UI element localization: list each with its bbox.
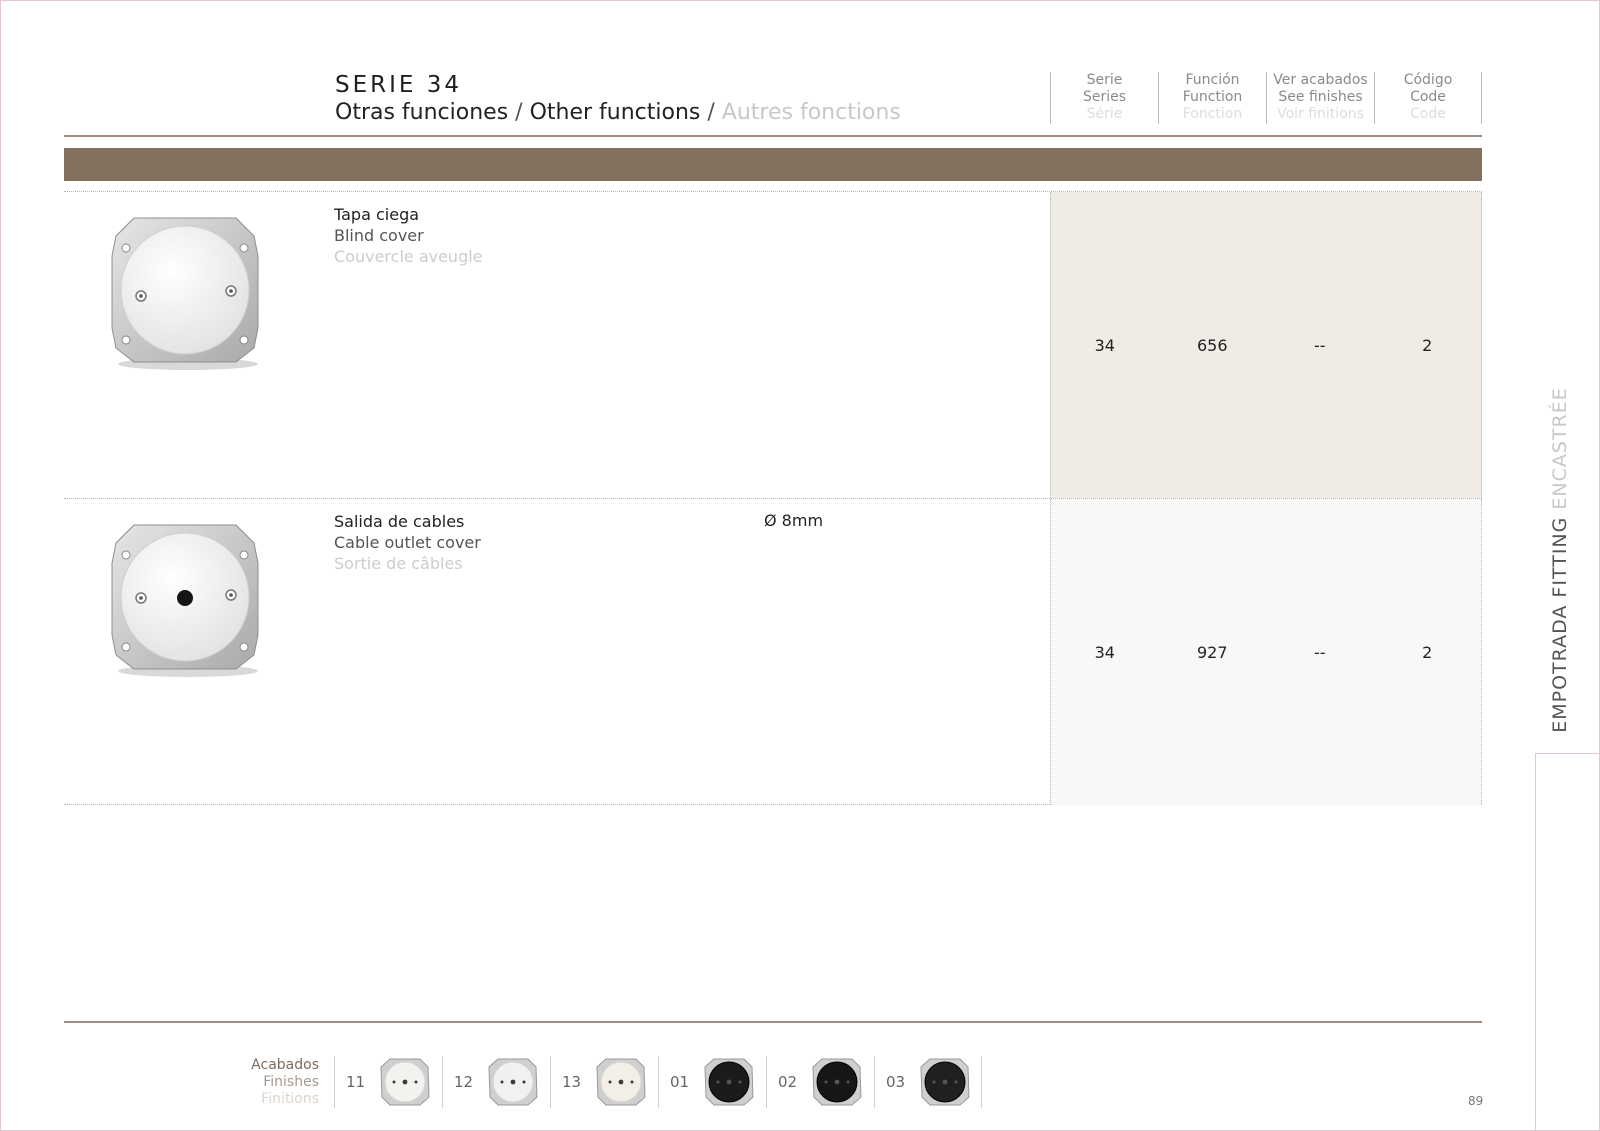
finish-swatch: 13 [550,1056,658,1108]
blind-cover-icon [111,217,259,370]
function-cell: 656 [1196,335,1228,355]
column-header-es: Serie [1086,72,1123,88]
column-header-finishes: Ver acabados See finishes Voir finitions [1266,72,1374,124]
column-header-fr: Voir finitions [1277,106,1364,122]
product-description: Tapa ciega Blind cover Couvercle aveugle [334,204,483,267]
side-tab-label: EMPOTRADA FITTING ENCASTRÉE [1549,387,1571,733]
finishes-cell: -- [1313,335,1326,355]
finishes-swatches: 11 12 13 01 02 03 [334,1056,982,1108]
white-finish-icon [488,1058,538,1106]
column-header-function: Función Function Fonction [1158,72,1266,124]
finish-swatch: 11 [334,1056,442,1108]
black-finish-icon [704,1058,754,1106]
subtitle-fr: Autres fonctions [721,100,901,125]
column-header-es: Ver acabados [1273,72,1368,88]
column-header-es: Código [1403,72,1453,88]
column-header-en: Code [1410,89,1446,105]
column-header-fr: Série [1086,106,1123,122]
column-header-code: Código Code Code [1374,72,1482,124]
product-name-fr: Sortie de câbles [334,554,463,573]
product-name-en: Cable outlet cover [334,533,481,552]
subtitle-es: Otras funciones [335,100,509,125]
header-divider [64,135,1482,137]
finishes-label-fr: Finitions [261,1091,319,1107]
code-cell: 2 [1422,335,1433,355]
product-name-en: Blind cover [334,226,424,245]
side-tab-label-main: EMPOTRADA FITTING [1549,509,1571,733]
column-header-es: Función [1185,72,1240,88]
finish-code: 11 [346,1073,366,1091]
page-subtitle: Otras funciones / Other functions / Autr… [335,100,901,125]
finish-code: 02 [778,1073,798,1091]
finishes-cell: -- [1313,642,1326,662]
subtitle-en: Other functions [529,100,701,125]
side-tab [1535,753,1600,1131]
finishes-label-es: Acabados [251,1057,319,1073]
finishes-label: Acabados Finishes Finitions [220,1057,319,1108]
product-name-es: Salida de cables [334,512,465,531]
product-codes: 34 927 -- 2 [1050,499,1482,805]
finish-code: 01 [670,1073,690,1091]
column-header-en: Series [1082,89,1127,105]
finishes-label-en: Finishes [263,1074,319,1090]
column-header-fr: Fonction [1182,106,1243,122]
column-header-fr: Code [1410,106,1446,122]
product-row: Tapa ciega Blind cover Couvercle aveugle… [64,191,1482,498]
finish-swatch: 02 [766,1056,874,1108]
product-description: Salida de cables Cable outlet cover Sort… [334,511,481,574]
column-header-en: Function [1182,89,1243,105]
finish-code: 12 [454,1073,474,1091]
column-header-serie: Serie Series Série [1050,72,1158,124]
column-header-en: See finishes [1278,89,1363,105]
serie-cell: 34 [1094,642,1115,662]
product-name-es: Tapa ciega [334,205,420,224]
black-finish-icon [812,1058,862,1106]
code-cell: 2 [1422,642,1433,662]
black-finish-icon [920,1058,970,1106]
series-title: SERIE 34 [335,72,463,98]
subtitle-separator: / [508,100,530,125]
ivory-finish-icon [596,1058,646,1106]
function-cell: 927 [1196,642,1228,662]
product-codes: 34 656 -- 2 [1050,192,1482,498]
footer-divider [64,1021,1482,1023]
finish-swatch: 01 [658,1056,766,1108]
section-band [64,148,1482,181]
product-spec: Ø 8mm [764,511,824,530]
page-number: 89 [1468,1094,1484,1108]
white-finish-icon [380,1058,430,1106]
finish-swatch: 12 [442,1056,550,1108]
finish-code: 03 [886,1073,906,1091]
subtitle-separator: / [700,100,722,125]
serie-cell: 34 [1094,335,1115,355]
cable-outlet-icon [111,524,259,677]
side-tab-label-fr: ENCASTRÉE [1549,387,1571,510]
finish-swatch: 03 [874,1056,982,1108]
finish-code: 13 [562,1073,582,1091]
column-headers: Serie Series Série Función Function Fonc… [1050,72,1482,124]
product-row: Salida de cables Cable outlet cover Sort… [64,498,1482,805]
product-name-fr: Couvercle aveugle [334,247,483,266]
